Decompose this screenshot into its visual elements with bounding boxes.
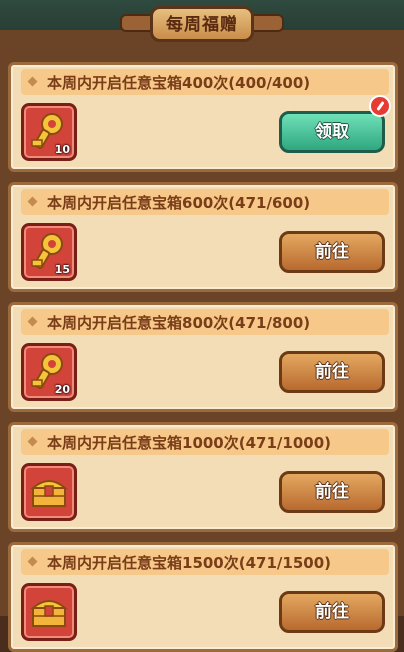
task-card: 本周内开启任意宝箱1000次(471/1000) 前往: [8, 422, 398, 532]
go-button[interactable]: 前往: [279, 231, 385, 273]
reward-item[interactable]: 10: [21, 103, 77, 161]
task-header: 本周内开启任意宝箱600次(471/600): [21, 189, 389, 215]
task-title: 本周内开启任意宝箱1500次(471/1500): [47, 554, 331, 572]
treasure-chest-icon: [30, 480, 68, 507]
go-button[interactable]: 前往: [279, 471, 385, 513]
reward-quantity: 15: [54, 263, 70, 276]
go-button[interactable]: 前往: [279, 591, 385, 633]
task-card: 本周内开启任意宝箱800次(471/800) 20 前往: [8, 302, 398, 412]
task-title: 本周内开启任意宝箱1000次(471/1000): [47, 434, 331, 452]
notification-badge-icon: [369, 95, 391, 117]
title-banner: 每周福赠: [120, 4, 284, 44]
task-header: 本周内开启任意宝箱1500次(471/1500): [21, 549, 389, 575]
reward-item[interactable]: [21, 583, 77, 641]
reward-item[interactable]: [21, 463, 77, 521]
go-button[interactable]: 前往: [279, 351, 385, 393]
task-header: 本周内开启任意宝箱800次(471/800): [21, 309, 389, 335]
task-header: 本周内开启任意宝箱400次(400/400): [21, 69, 389, 95]
task-card: 本周内开启任意宝箱1500次(471/1500) 前往: [8, 542, 398, 652]
reward-quantity: 20: [54, 383, 70, 396]
treasure-chest-icon: [30, 600, 68, 627]
reward-item[interactable]: 15: [21, 223, 77, 281]
task-card: 本周内开启任意宝箱400次(400/400) 10 领取: [8, 62, 398, 172]
page-title: 每周福赠: [166, 15, 238, 35]
diamond-icon: [27, 436, 38, 447]
task-card: 本周内开启任意宝箱600次(471/600) 15 前往: [8, 182, 398, 292]
diamond-icon: [27, 556, 38, 567]
diamond-icon: [27, 316, 38, 327]
task-title: 本周内开启任意宝箱400次(400/400): [47, 74, 311, 92]
task-header: 本周内开启任意宝箱1000次(471/1000): [21, 429, 389, 455]
diamond-icon: [27, 76, 38, 87]
reward-quantity: 10: [54, 143, 70, 156]
reward-item[interactable]: 20: [21, 343, 77, 401]
diamond-icon: [27, 196, 38, 207]
claim-button[interactable]: 领取: [279, 111, 385, 153]
task-title: 本周内开启任意宝箱800次(471/800): [47, 314, 311, 332]
task-title: 本周内开启任意宝箱600次(471/600): [47, 194, 311, 212]
